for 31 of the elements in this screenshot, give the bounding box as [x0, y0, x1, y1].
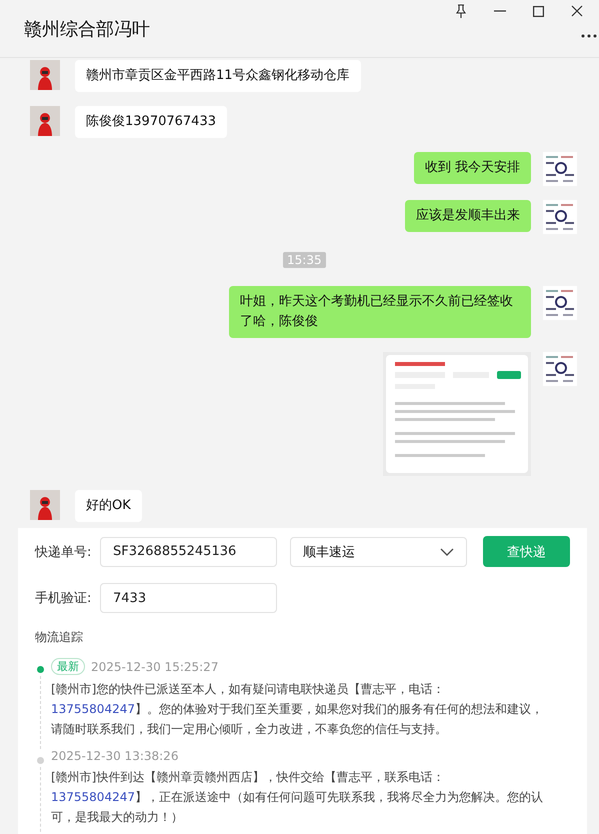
- chevron-down-icon: [440, 548, 454, 556]
- phone-link[interactable]: 13755804247: [51, 702, 135, 716]
- carrier-dropdown[interactable]: 顺丰速运: [290, 536, 467, 566]
- message-bubble: 收到 我今天安排: [414, 152, 531, 184]
- message-bubble: 好的OK: [75, 490, 142, 522]
- minimize-icon[interactable]: [494, 10, 506, 12]
- message-bubble: 应该是发顺丰出来: [405, 200, 531, 232]
- close-icon[interactable]: [571, 5, 583, 17]
- event-time: 2025-12-30 15:25:27: [91, 660, 218, 674]
- avatar[interactable]: [543, 286, 577, 320]
- avatar[interactable]: [543, 200, 577, 234]
- section-title: 物流追踪: [35, 629, 84, 646]
- event-description: [赣州市]快件到达【赣州章贡赣州西店】，快件交给【曹志平，联系电话： 13755804247】，正在派送途中（如有任何问题可先联系我，我将尽全力为您解决。您的认可，是我最大的动力！）: [51, 769, 544, 826]
- event-description: [赣州市]您的快件已派送至本人，如有疑问请电联快递员【曹志平，电话： 13755804247】。您的体验对于我们至关重要，如果您对我们的服务有任何的想法和建议，请随时联系我们，我们一定用心倾听，全力改进，不辜负您的信任与支持。: [51, 681, 544, 738]
- latest-tag: 最新: [51, 658, 85, 675]
- avatar[interactable]: [543, 152, 577, 186]
- avatar[interactable]: [543, 352, 577, 386]
- phone-link[interactable]: 13755804247: [51, 790, 135, 804]
- field-label: 快递单号:: [35, 544, 92, 560]
- message-bubble: 陈俊俊13970767433: [75, 106, 227, 138]
- window-title: 赣州综合部冯叶: [24, 18, 150, 41]
- pin-icon[interactable]: [455, 4, 467, 18]
- timestamp: 15:35: [283, 252, 326, 268]
- tracking-number-field[interactable]: SF3268855245136: [100, 536, 277, 566]
- message-bubble: 赣州市章贡区金平西路11号众鑫钢化移动仓库: [75, 60, 361, 92]
- more-icon[interactable]: [581, 34, 597, 38]
- event-time: 2025-12-30 13:38:26: [51, 749, 178, 763]
- message-bubble: 叶姐，昨天这个考勤机已经显示不久前已经签收了哈，陈俊俊: [229, 286, 531, 338]
- field-label: 手机验证:: [35, 590, 92, 607]
- maximize-icon[interactable]: [533, 6, 544, 16]
- phone-field[interactable]: 7433: [100, 583, 277, 613]
